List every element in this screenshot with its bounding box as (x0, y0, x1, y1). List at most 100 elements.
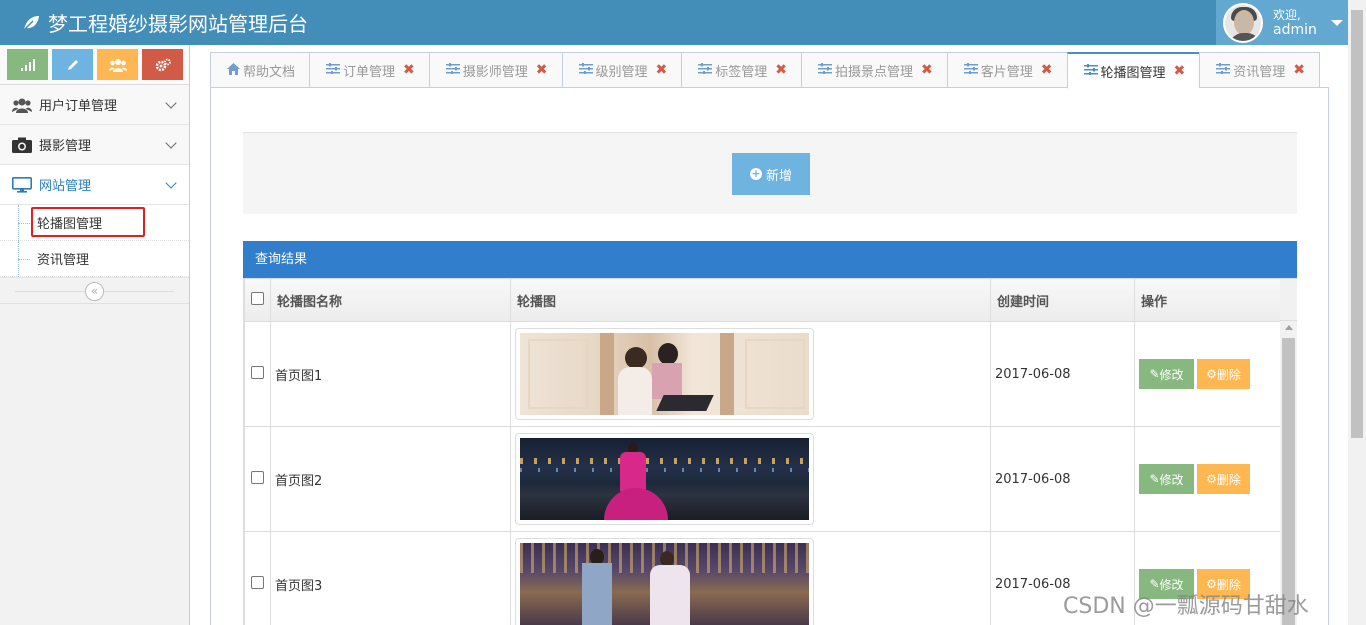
tab-carousel[interactable]: 轮播图管理 ✖ (1066, 52, 1200, 89)
delete-button[interactable]: ⚙ 删除 (1197, 359, 1250, 389)
avatar (1223, 2, 1263, 43)
column-header: 创建时间 (990, 278, 1135, 322)
camera-icon (12, 137, 32, 153)
scrollbar-header-pad (1280, 278, 1297, 321)
user-menu[interactable]: 欢迎, admin (1216, 0, 1348, 45)
edit-icon: ✎ (1149, 367, 1160, 381)
add-button-label: 新增 (765, 168, 792, 184)
created-date: 2017-06-08 (990, 321, 1135, 427)
close-icon[interactable]: ✖ (536, 62, 548, 78)
submenu-item-carousel[interactable]: 轮播图管理 (0, 205, 189, 241)
delete-button[interactable]: ⚙ 删除 (1197, 464, 1250, 494)
welcome-text: 欢迎, (1273, 7, 1301, 22)
sidebar-item-label: 网站管理 (39, 179, 92, 194)
scroll-up-arrow-icon[interactable] (1285, 325, 1293, 330)
sliders-icon (698, 63, 713, 77)
row-checkbox[interactable] (251, 470, 264, 484)
column-header: 轮播图 (510, 278, 991, 322)
sidebar-collapse-bar: « (0, 278, 189, 304)
submenu-item-label: 资讯管理 (37, 253, 90, 268)
sidebar-item-website[interactable]: 网站管理 (0, 165, 189, 205)
carousel-name: 首页图3 (270, 531, 511, 625)
close-icon[interactable]: ✖ (403, 62, 415, 78)
tab-tags[interactable]: 标签管理 ✖ (681, 52, 802, 88)
scrollbar-thumb[interactable] (1282, 338, 1295, 625)
gear-icon: ⚙ (1206, 367, 1217, 381)
wedding-photo-image (520, 333, 809, 415)
close-icon[interactable]: ✖ (656, 62, 668, 78)
tab-label: 订单管理 (343, 64, 396, 80)
table-row: 首页图1 2017-06-08 ✎ 修改 ⚙ 删除 (244, 321, 1281, 427)
close-icon[interactable]: ✖ (1293, 62, 1305, 78)
tab-label: 摄影师管理 (462, 64, 528, 80)
leaf-icon (23, 15, 39, 31)
highlight-box (31, 207, 145, 237)
tab-label: 轮播图管理 (1100, 65, 1166, 81)
plus-circle-icon: + (749, 167, 762, 180)
row-checkbox[interactable] (251, 365, 264, 379)
tab-samples[interactable]: 客片管理 ✖ (946, 52, 1067, 88)
tab-orders[interactable]: 订单管理 ✖ (309, 52, 429, 88)
tab-label: 级别管理 (595, 64, 648, 80)
pencil-icon[interactable] (52, 49, 93, 80)
chevron-down-icon (165, 136, 177, 149)
tab-bar: 帮助文档 订单管理 ✖ 摄影师管理 ✖ 级别管理 ✖ 标签管理 ✖ 拍摄景点管理… (210, 52, 1329, 89)
column-header: 轮播图名称 (270, 278, 511, 322)
select-all-checkbox[interactable] (251, 291, 264, 305)
submenu-item-news[interactable]: 资讯管理 (0, 241, 189, 277)
sidebar-item-label: 用户订单管理 (39, 99, 118, 114)
edit-button[interactable]: ✎ 修改 (1139, 359, 1194, 389)
sidebar-shortcuts (0, 45, 189, 85)
tab-spots[interactable]: 拍摄景点管理 ✖ (801, 52, 947, 88)
close-icon[interactable]: ✖ (921, 62, 933, 78)
close-icon[interactable]: ✖ (1041, 62, 1053, 78)
carousel-thumbnail (515, 433, 814, 525)
column-header: 操作 (1134, 278, 1281, 322)
submenu-website: 轮播图管理 资讯管理 (0, 205, 189, 278)
row-checkbox[interactable] (251, 575, 264, 589)
sidebar-item-orders[interactable]: 用户订单管理 (0, 85, 189, 125)
signal-icon[interactable] (7, 49, 48, 80)
wedding-photo-image (520, 543, 809, 625)
tab-news[interactable]: 资讯管理 ✖ (1199, 52, 1321, 88)
carousel-thumbnail (515, 538, 814, 625)
carousel-name: 首页图2 (270, 426, 511, 532)
toolbar: + 新增 (243, 132, 1297, 214)
created-date: 2017-06-08 (990, 426, 1135, 532)
watermark: CSDN @一瓢源码甘甜水 (1063, 594, 1309, 619)
close-icon[interactable]: ✖ (775, 62, 787, 78)
table-row: 首页图2 2017-06-08 ✎ 修改 ⚙ 删除 (244, 426, 1281, 532)
brand[interactable]: 梦工程婚纱摄影网站管理后台 (22, 8, 308, 37)
close-icon[interactable]: ✖ (1174, 63, 1186, 79)
results-table-container: 轮播图名称 轮播图 创建时间 操作 首页图1 2017-06-08 ✎ 修改 ⚙… (243, 278, 1297, 625)
tab-levels[interactable]: 级别管理 ✖ (561, 52, 682, 88)
table-header-row: 轮播图名称 轮播图 创建时间 操作 (244, 278, 1281, 322)
double-angle-left-icon[interactable]: « (85, 282, 104, 301)
desktop-icon (12, 176, 32, 193)
tab-content: + 新增 查询结果 轮播图名称 轮播图 创建时间 操作 首页图1 2017-06… (210, 88, 1329, 625)
sliders-icon (445, 63, 460, 77)
users-icon[interactable] (97, 49, 138, 80)
top-navbar: 梦工程婚纱摄影网站管理后台 欢迎, admin (0, 0, 1348, 45)
sliders-icon (1216, 63, 1231, 77)
tab-label: 客片管理 (980, 64, 1033, 80)
sliders-icon (326, 63, 341, 77)
table-scrollbar[interactable] (1280, 321, 1297, 625)
edit-button[interactable]: ✎ 修改 (1139, 464, 1194, 494)
chevron-down-icon (165, 96, 177, 109)
tab-help[interactable]: 帮助文档 (210, 52, 310, 88)
add-button[interactable]: + 新增 (732, 153, 810, 195)
sliders-icon (578, 63, 593, 77)
username: admin (1273, 21, 1317, 38)
tab-label: 标签管理 (715, 64, 768, 80)
gear-icon: ⚙ (1206, 472, 1217, 486)
results-table: 轮播图名称 轮播图 创建时间 操作 首页图1 2017-06-08 ✎ 修改 ⚙… (244, 278, 1281, 625)
caret-down-icon[interactable] (1330, 19, 1343, 26)
page-scrollbar[interactable] (1348, 0, 1366, 625)
sidebar-item-label: 摄影管理 (39, 139, 92, 154)
edit-icon: ✎ (1149, 472, 1160, 486)
sidebar-item-photography[interactable]: 摄影管理 (0, 125, 189, 165)
tab-photographers[interactable]: 摄影师管理 ✖ (428, 52, 562, 88)
cogs-icon[interactable] (142, 49, 183, 80)
app-title: 梦工程婚纱摄影网站管理后台 (48, 12, 308, 36)
